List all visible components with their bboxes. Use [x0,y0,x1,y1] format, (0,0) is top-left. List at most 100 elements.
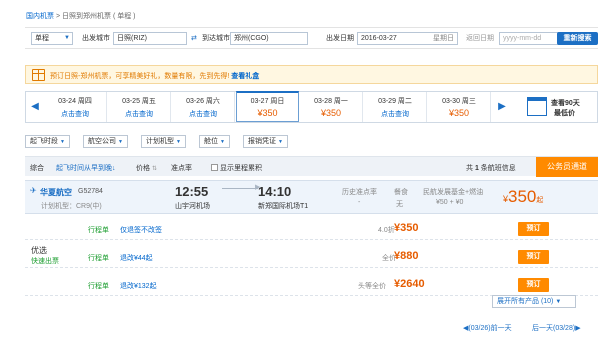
sort-all[interactable]: 综合 [30,163,44,173]
swap-icon[interactable]: ⇄ [191,32,197,45]
date-label: 03-27 周日 [250,98,285,105]
tax-label: 民航发展基金+燃油 [423,189,484,196]
next-week-arrow-icon[interactable]: ▶ [493,92,511,122]
date-cell[interactable]: 03-24 周四 点击查询 [44,92,107,122]
date-cell[interactable]: 03-28 周一 ¥350 [300,92,363,122]
date-price: ¥350 [448,108,470,118]
trip-type-value: 单程 [35,35,49,42]
filter-label: 报销凭证 [248,138,276,145]
date-query: 点击查询 [381,111,409,118]
breadcrumb-route: 日照到郑州机票 [61,13,111,20]
depart-date-input[interactable]: 2016-03-27 星期日 [357,32,458,45]
chevron-down-icon: ▼ [277,139,283,145]
count-suffix: 条航班信息 [478,165,516,172]
next-day-label: 后一天(03/28) [532,325,576,332]
plane-type[interactable]: 计划机型：CR9(中) [41,201,102,211]
airline-logo-icon: ✈ [30,186,37,195]
book-button[interactable]: 预订 [518,222,549,236]
trip-type-select[interactable]: 单程 ▼ [31,32,73,45]
depart-label: 出发日期 [326,35,354,42]
date-price: ¥350 [320,108,342,118]
offer-tag[interactable]: 行程单 [88,281,109,291]
date-cell-selected[interactable]: 03-27 周日 ¥350 [236,91,299,122]
chevron-down-icon: ▼ [59,139,65,145]
offer-price: ¥880 [394,250,419,262]
search-button[interactable]: 重新搜索 [557,32,598,45]
mileage-checkbox[interactable] [211,164,218,171]
offer-discount: 头等全价 [358,283,386,290]
sort-depart-label: 起飞时间从早到晚 [56,165,112,172]
promo-banner: 预订日照-郑州机票，可享精美好礼，数量有限，先到先得! 查看礼盒 [25,65,598,84]
depart-time: 12:55 [175,184,209,199]
chevron-right-icon: ▶ [575,325,581,332]
prev-day-label: (03/26)前一天 [468,325,512,332]
calendar-icon [527,97,547,116]
book-button[interactable]: 预订 [518,278,549,292]
date-label: 03-30 周三 [442,98,476,105]
date-cell[interactable]: 03-25 周五 点击查询 [108,92,171,122]
sort-bar: 综合 起飞时间从早到晚↓ 价格 ⇅ 准点率 显示里程累积 共 1 条航班信息 公… [25,156,598,177]
arrive-time: 14:10 [258,184,292,199]
gov-channel-button[interactable]: 公务员通道 [536,157,598,177]
date-query: 点击查询 [189,111,217,118]
view-gift-link[interactable]: 查看礼盒 [231,73,259,80]
sort-ontime[interactable]: 准点率 [171,163,192,173]
filter-voucher[interactable]: 报销凭证 ▼ [243,135,288,148]
filter-plane-type[interactable]: 计划机型 ▼ [141,135,186,148]
filter-depart-time[interactable]: 起飞时段 ▼ [25,135,70,148]
from-city-input[interactable]: 日照(RIZ) [113,32,187,45]
chevron-down-icon: ▼ [175,139,181,145]
prev-day-link[interactable]: ◀(03/26)前一天 [463,323,512,333]
breadcrumb-domestic[interactable]: 国内机票 [26,13,54,20]
filter-airline[interactable]: 航空公司 ▼ [83,135,128,148]
search-bar: 单程 ▼ 出发城市 日照(RIZ) ⇄ 到达城市 郑州(CGO) 出发日期 20… [25,27,598,49]
filter-label: 舱位 [204,138,218,145]
chevron-down-icon: ▼ [219,139,225,145]
offer-desc[interactable]: 退改¥132起 [120,281,157,291]
offer-discount: 4.0折 [378,227,395,234]
offer-desc[interactable]: 仅退签不改签 [120,225,162,235]
date-cell[interactable]: 03-26 周六 点击查询 [172,92,235,122]
promo-text: 预订日照-郑州机票，可享精美好礼，数量有限，先到先得! 查看礼盒 [50,71,259,81]
flight-row[interactable]: ✈ 华夏航空 G52784 计划机型：CR9(中) 12:55 山宇河机场 ▶ … [25,180,598,214]
return-label: 返回日期 [466,35,494,42]
breadcrumb-type: ( 单程 ) [112,13,136,20]
offer-row: 行程单 退改¥132起 头等全价 ¥2640 预订 [25,274,598,296]
next-day-link[interactable]: 后一天(03/28)▶ [532,323,581,333]
date-cell[interactable]: 03-30 周三 ¥350 [428,92,491,122]
date-label: 03-24 周四 [58,98,92,105]
filter-label: 航空公司 [88,138,116,145]
book-button[interactable]: 预订 [518,250,549,264]
offer-tag[interactable]: 行程单 [88,225,109,235]
mileage-label: 显示里程累积 [219,165,262,172]
sort-depart-time[interactable]: 起飞时间从早到晚↓ [56,163,116,173]
offer-price: ¥350 [394,222,419,234]
price-suffix: 起 [536,197,544,204]
date-price: ¥350 [257,108,278,118]
prev-week-arrow-icon[interactable]: ◀ [26,92,44,122]
gift-icon [32,69,45,81]
expand-products-label: 展开所有产品 (10) [497,298,554,305]
return-date-input[interactable]: yyyy-mm-dd [499,32,561,45]
date-label: 03-25 周五 [122,98,156,105]
breadcrumb-sep: > [54,13,62,20]
offer-tag[interactable]: 行程单 [88,253,109,263]
arrive-airport: 新郑国际机场T1 [258,203,309,210]
mileage-toggle[interactable]: 显示里程累积 [211,163,262,173]
calendar-line2: 最低价 [554,110,575,117]
date-cell[interactable]: 03-29 周二 点击查询 [364,92,427,122]
depart-weekday: 星期日 [433,35,454,42]
sort-icon: ⇅ [151,166,157,172]
filter-label: 起飞时段 [30,138,58,145]
from-label: 出发城市 [82,35,110,42]
to-city-input[interactable]: 郑州(CGO) [230,32,308,45]
expand-products-button[interactable]: 展开所有产品 (10) ▼ [492,295,576,308]
chevron-down-icon: ▼ [555,299,562,305]
filter-cabin[interactable]: 舱位 ▼ [199,135,230,148]
calendar-90-days[interactable]: 查看90天 最低价 [527,95,591,119]
offer-desc[interactable]: 退改¥44起 [120,253,153,263]
chevron-down-icon: ▼ [117,139,123,145]
filter-label: 计划机型 [146,138,174,145]
meal-value: 无 [396,201,403,208]
sort-price[interactable]: 价格 ⇅ [136,163,157,173]
